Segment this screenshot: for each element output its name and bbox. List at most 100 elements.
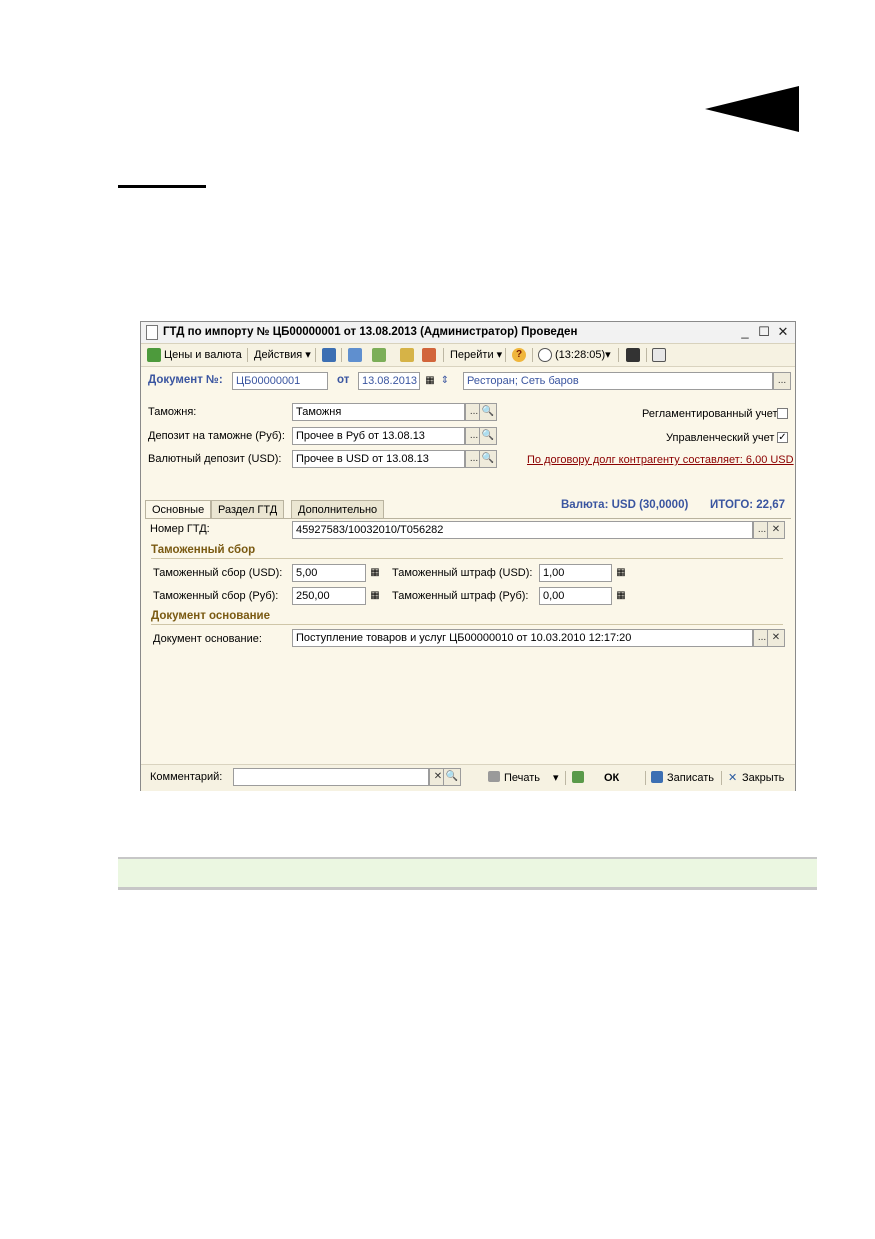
close-button[interactable]: Закрыть [742, 770, 784, 786]
report-icon[interactable] [572, 771, 584, 783]
document-date-label: от [337, 374, 350, 386]
fine-usd-field[interactable]: 1,00 [539, 564, 612, 582]
time-menu-button[interactable]: (13:28:05)▾ [555, 347, 611, 363]
currency-label: Валюта: USD (30,0000) [561, 499, 689, 511]
toolbar-separator [443, 348, 444, 362]
calendar-icon[interactable]: ▦ [422, 372, 438, 390]
toolbar-separator [565, 771, 566, 785]
deposit-rub-search-icon[interactable]: 🔍 [479, 427, 497, 445]
fee-rub-field[interactable]: 250,00 [292, 587, 366, 605]
prices-currency-icon [147, 348, 161, 362]
toolbar-separator [341, 348, 342, 362]
calculator-icon[interactable]: ▦ [367, 564, 383, 582]
list-icon[interactable] [652, 348, 666, 362]
document-icon [146, 325, 158, 340]
deposit-usd-search-icon[interactable]: 🔍 [479, 450, 497, 468]
maximize-button[interactable]: ☐ [756, 324, 772, 340]
deposit-usd-field[interactable]: Прочее в USD от 13.08.13 [292, 450, 465, 468]
fee-usd-label: Таможенный сбор (USD): [153, 567, 283, 579]
unpost-document-icon[interactable] [422, 348, 436, 362]
document-number-row: Документ №: ЦБ00000001 от 13.08.2013 ▦ ⇕… [141, 368, 795, 394]
gtd-number-field[interactable]: 45927583/10032010/Т056282 [292, 521, 753, 539]
comment-label: Комментарий: [150, 771, 223, 783]
structure-icon[interactable] [626, 348, 640, 362]
customs-fee-section-title: Таможенный сбор [151, 544, 256, 556]
heading-underline [118, 185, 206, 188]
time-label: (13:28:05) [555, 349, 606, 361]
basis-document-clear-icon[interactable]: ✕ [767, 629, 785, 647]
prices-currency-button[interactable]: Цены и валюта [164, 347, 242, 363]
basis-document-field[interactable]: Поступление товаров и услуг ЦБ00000010 о… [292, 629, 753, 647]
document-number-label: Документ №: [148, 374, 223, 386]
section-divider [151, 558, 783, 559]
calculator-icon[interactable]: ▦ [613, 587, 629, 605]
document-number-field[interactable]: ЦБ00000001 [232, 372, 328, 390]
bottom-bar: Комментарий: ✕ 🔍 Печать ▾ ОК Записать ✕ … [141, 764, 795, 791]
regulated-accounting-checkbox[interactable] [777, 408, 788, 419]
toolbar-separator [505, 348, 506, 362]
post-document-icon[interactable] [400, 348, 414, 362]
tab-baseline [145, 518, 791, 519]
gtd-number-clear-icon[interactable]: ✕ [767, 521, 785, 539]
actions-menu-button[interactable]: Действия ▾ [254, 347, 311, 363]
save-button[interactable]: Записать [667, 770, 714, 786]
tab-gtd-section[interactable]: Раздел ГТД [211, 500, 285, 518]
date-spin-icon[interactable]: ⇕ [437, 372, 453, 390]
toolbar-separator [646, 348, 647, 362]
clock-icon [538, 348, 552, 362]
customs-field[interactable]: Таможня [292, 403, 465, 421]
window-title: ГТД по импорту № ЦБ00000001 от 13.08.201… [163, 326, 578, 338]
gtd-import-window: ГТД по импорту № ЦБ00000001 от 13.08.201… [140, 321, 796, 791]
contract-debt-link[interactable]: По договору долг контрагенту составляет:… [527, 454, 794, 466]
help-icon[interactable]: ? [512, 348, 526, 362]
fine-usd-label: Таможенный штраф (USD): [392, 567, 533, 579]
chevron-down-icon: ▾ [305, 349, 311, 361]
calculator-icon[interactable]: ▦ [367, 587, 383, 605]
toolbar-separator [247, 348, 248, 362]
customs-open-search-icon[interactable]: 🔍 [479, 403, 497, 421]
comment-field[interactable] [233, 768, 429, 786]
ok-button[interactable]: ОК [604, 770, 619, 786]
title-bar: ГТД по импорту № ЦБ00000001 от 13.08.201… [141, 322, 795, 344]
save-icon [651, 771, 663, 783]
calculator-icon[interactable]: ▦ [613, 564, 629, 582]
goto-menu-button[interactable]: Перейти ▾ [450, 347, 502, 363]
organization-select-button[interactable]: ... [773, 372, 791, 390]
management-accounting-label: Управленческий учет [666, 432, 775, 444]
toolbar-separator [315, 348, 316, 362]
copy-icon[interactable] [322, 348, 336, 362]
print-dropdown-icon[interactable]: ▾ [553, 770, 559, 786]
fine-rub-field[interactable]: 0,00 [539, 587, 612, 605]
minimize-button[interactable]: _ [737, 324, 753, 340]
green-highlight-bar [118, 857, 817, 890]
comment-search-icon[interactable]: 🔍 [443, 768, 461, 786]
print-button[interactable]: Печать [504, 770, 540, 786]
deposit-rub-label: Депозит на таможне (Руб): [148, 430, 285, 442]
tab-main[interactable]: Основные [145, 500, 212, 519]
close-icon: ✕ [728, 772, 738, 784]
customs-label: Таможня: [148, 406, 197, 418]
black-arrow-icon [705, 86, 799, 132]
printer-icon [488, 771, 500, 782]
goto-label: Перейти [450, 349, 494, 361]
basis-document-label: Документ основание: [153, 633, 262, 645]
fee-rub-label: Таможенный сбор (Руб): [153, 590, 279, 602]
edit-icon[interactable] [348, 348, 362, 362]
chevron-down-icon: ▾ [605, 349, 611, 361]
basis-section-title: Документ основание [151, 610, 270, 622]
total-label: ИТОГО: 22,67 [710, 499, 786, 511]
toolbar-separator [645, 771, 646, 785]
section-divider [151, 624, 783, 625]
management-accounting-checkbox[interactable]: ✓ [777, 432, 788, 443]
document-date-field[interactable]: 13.08.2013 [358, 372, 420, 390]
organization-field[interactable]: Ресторан; Сеть баров [463, 372, 773, 390]
deposit-usd-label: Валютный депозит (USD): [148, 453, 282, 465]
add-icon[interactable] [372, 348, 386, 362]
regulated-accounting-label: Регламентированный учет [642, 408, 778, 420]
chevron-down-icon: ▾ [496, 349, 503, 361]
fee-usd-field[interactable]: 5,00 [292, 564, 366, 582]
tab-additional[interactable]: Дополнительно [291, 500, 385, 518]
actions-label: Действия [254, 349, 303, 361]
deposit-rub-field[interactable]: Прочее в Руб от 13.08.13 [292, 427, 465, 445]
close-window-button[interactable]: ✕ [775, 324, 791, 340]
